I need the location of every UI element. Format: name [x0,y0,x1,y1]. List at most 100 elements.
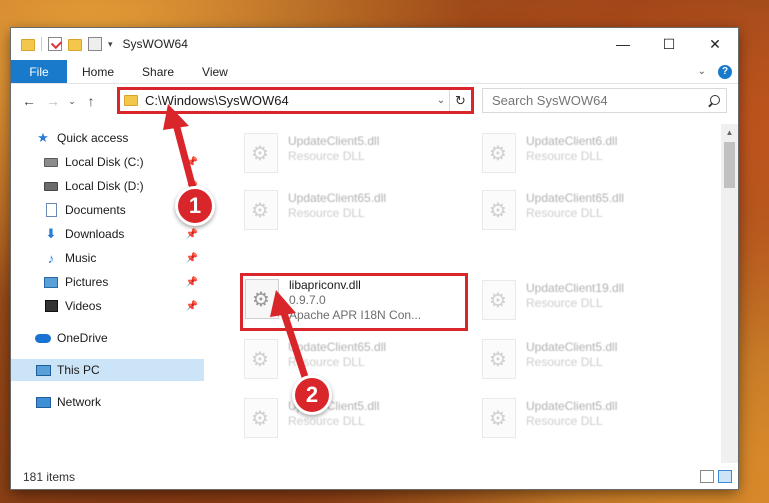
recent-locations-button[interactable]: ⌄ [65,89,79,113]
dll-file-icon [244,133,278,173]
documents-icon [43,202,59,218]
tab-view[interactable]: View [188,60,242,83]
sidebar-item-label: Local Disk (D:) [65,179,144,193]
disk-icon [43,154,59,170]
file-item[interactable]: UpdateClient5.dll Resource DLL [244,130,469,184]
ribbon-right-controls: ⌄ ? [698,60,738,83]
dll-file-icon [245,279,279,319]
dll-file-icon [244,398,278,438]
ribbon-tabs: File Home Share View ⌄ ? [11,60,738,84]
file-item[interactable]: UpdateClient65.dll Resource DLL [244,187,469,241]
file-item[interactable]: UpdateClient5.dll Resource DLL [482,336,707,390]
file-description: Apache APR I18N Con... [289,308,422,322]
up-button[interactable]: ↑ [79,89,103,113]
file-item[interactable]: UpdateClient6.dll Resource DLL [482,130,707,184]
pictures-icon [43,274,59,290]
sidebar-item-downloads[interactable]: ⬇ Downloads 📌 [11,223,204,245]
search-box[interactable] [482,88,727,113]
expand-ribbon-chevron-icon[interactable]: ⌄ [698,66,706,77]
file-item[interactable]: UpdateClient5.dll Resource DLL [244,395,469,449]
dll-file-icon [482,398,516,438]
sidebar-item-music[interactable]: ♪ Music 📌 [11,247,204,269]
music-icon: ♪ [47,250,55,266]
file-name: UpdateClient65.dll [526,191,625,205]
pin-icon: 📌 [185,228,198,240]
onedrive-icon [35,330,51,346]
view-switcher [700,470,732,483]
toolbar-divider [41,37,42,51]
window-title: SysWOW64 [122,37,188,51]
dll-file-icon [482,190,516,230]
file-list: UpdateClient5.dll Resource DLL UpdateCli… [212,124,720,463]
address-bar[interactable]: C:\Windows\SysWOW64 ⌄ ↻ [118,88,472,113]
help-icon[interactable]: ? [718,64,732,79]
status-bar: 181 items [11,465,738,489]
sidebar-item-label: Local Disk (C:) [65,155,144,169]
videos-icon [43,298,59,314]
file-type: Resource DLL [526,149,603,163]
address-dropdown-chevron-icon[interactable]: ⌄ [433,95,449,106]
close-button[interactable]: ✕ [692,28,738,60]
star-icon: ★ [37,130,49,145]
file-explorer-window: ▾ SysWOW64 — ☐ ✕ File Home Share View ⌄ … [11,28,738,489]
file-item[interactable]: UpdateClient65.dll Resource DLL [482,187,707,241]
sidebar-item-onedrive[interactable]: OneDrive [11,327,204,349]
this-pc-icon [35,362,51,378]
tab-home[interactable]: Home [67,60,128,83]
dll-file-icon [482,339,516,379]
file-item[interactable]: UpdateClient5.dll Resource DLL [482,395,707,449]
toolbar-chevron-down-icon[interactable]: ▾ [108,39,113,50]
minimize-button[interactable]: — [600,28,646,60]
sidebar-item-network[interactable]: Network [11,391,204,413]
search-input[interactable] [492,93,708,108]
new-folder-icon[interactable] [68,39,82,51]
sidebar-item-videos[interactable]: Videos 📌 [11,295,204,317]
vertical-scrollbar[interactable]: ▲ [721,124,738,463]
back-button[interactable]: ← [17,89,41,113]
sidebar-item-this-pc[interactable]: This PC [11,359,204,381]
file-type: Resource DLL [526,206,603,220]
sidebar-item-label: Quick access [57,131,129,145]
sidebar-item-label: Downloads [65,227,125,241]
sidebar-item-pictures[interactable]: Pictures 📌 [11,271,204,293]
properties-icon[interactable] [48,37,62,51]
scroll-thumb[interactable] [724,142,735,188]
file-item[interactable]: UpdateClient65.dll Resource DLL [244,336,469,390]
pin-icon: 📌 [185,300,198,312]
sidebar-item-local-disk-d[interactable]: Local Disk (D:) 📌 [11,175,204,197]
file-item[interactable]: UpdateClient19.dll Resource DLL [482,277,707,331]
sidebar-item-label: Videos [65,299,102,313]
file-type: Resource DLL [526,414,603,428]
folder-icon [124,95,138,106]
scroll-up-arrow-icon[interactable]: ▲ [721,124,738,141]
sidebar-item-local-disk-c[interactable]: Local Disk (C:) 📌 [11,151,204,173]
step-1-badge: 1 [175,186,215,226]
file-name: UpdateClient5.dll [526,399,618,413]
sidebar-item-label: This PC [57,363,100,377]
customize-toolbar-icon[interactable] [88,37,102,51]
file-name: UpdateClient65.dll [288,340,387,354]
navigation-bar: ← → ⌄ ↑ C:\Windows\SysWOW64 ⌄ ↻ [11,85,738,117]
navigation-pane: ★ Quick access Local Disk (C:) 📌 Local D… [11,124,204,463]
quick-access-toolbar: ▾ [11,37,113,51]
sidebar-item-quick-access[interactable]: ★ Quick access [11,127,204,149]
maximize-button[interactable]: ☐ [646,28,692,60]
address-path[interactable]: C:\Windows\SysWOW64 [145,93,433,108]
tab-share[interactable]: Share [128,60,188,83]
tab-file[interactable]: File [11,60,67,83]
large-icons-view-icon[interactable] [718,470,732,483]
folder-icon [21,39,35,51]
forward-button[interactable]: → [41,89,65,113]
file-version: 0.9.7.0 [289,293,326,307]
refresh-button[interactable]: ↻ [449,89,471,112]
file-item-libapriconv[interactable]: libapriconv.dll 0.9.7.0 Apache APR I18N … [240,273,468,331]
dll-file-icon [482,133,516,173]
file-type: Resource DLL [288,149,365,163]
file-name: libapriconv.dll [289,278,361,292]
details-view-icon[interactable] [700,470,714,483]
file-type: Resource DLL [288,206,365,220]
downloads-icon: ⬇ [45,226,57,241]
search-icon[interactable] [708,94,720,107]
pin-icon: 📌 [185,156,198,168]
sidebar-item-label: Network [57,395,102,409]
